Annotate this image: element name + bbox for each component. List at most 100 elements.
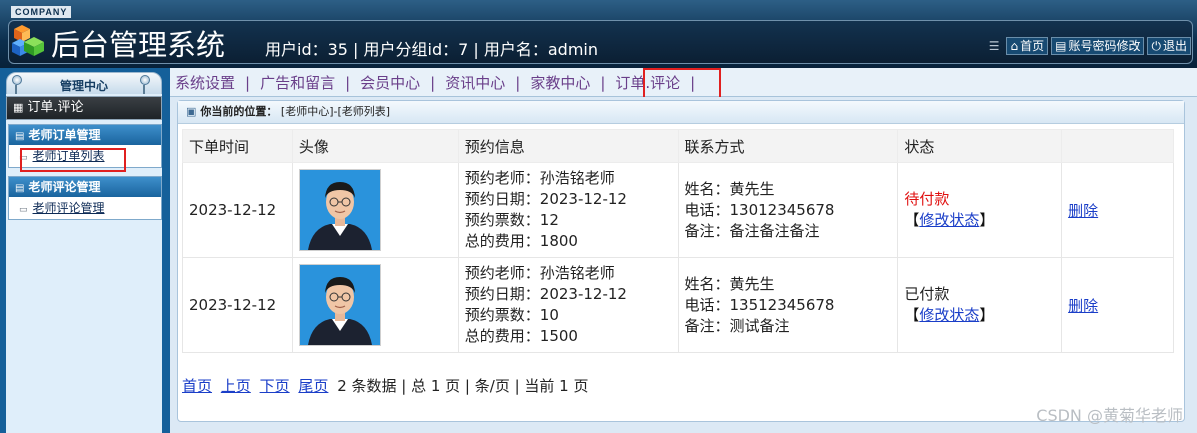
booking-info: 预约老师：孙浩铭老师 预约日期：2023-12-12 预约票数：12 总的费用：… [457, 162, 679, 258]
main-content: ▣ 你当前的位置： [老师中心]-[老师列表] 下单时间 头像 预约信息 联系方式… [170, 97, 1197, 433]
teacher-photo [298, 264, 381, 346]
tab-member-center[interactable]: 会员中心 [359, 72, 421, 93]
group-title: 老师订单管理 [28, 128, 101, 142]
modify-status-link[interactable]: 修改状态 [919, 306, 979, 324]
teacher-photo [298, 169, 381, 251]
tab-orders-comments[interactable]: 订单.评论 [614, 72, 681, 93]
sidebar-item-teacher-comment-manage: ▭ 老师评论管理 [9, 197, 161, 219]
sidebar-current-section[interactable]: ▦ 订单.评论 [6, 96, 162, 120]
delete-link[interactable]: 删除 [1068, 202, 1098, 220]
last-page-link[interactable]: 尾页 [298, 377, 328, 395]
col-booking-info: 预约信息 [457, 129, 679, 163]
sidebar-group-teacher-comments: ▤ 老师评论管理 ▭ 老师评论管理 [8, 176, 162, 220]
cubes-logo-icon [12, 25, 44, 56]
change-password-button[interactable]: ▤ 账号密码修改 [1051, 37, 1145, 55]
home-icon: ⌂ [1010, 39, 1019, 53]
grid-icon: ▦ [13, 101, 24, 114]
actions-cell: 删除 [1061, 162, 1174, 258]
col-actions [1061, 129, 1174, 163]
current-section-label: 订单.评论 [27, 100, 84, 115]
sidebar-item-teacher-order-list: ▭ 老师订单列表 [9, 145, 161, 167]
booking-info: 预约老师：孙浩铭老师 预约日期：2023-12-12 预约票数：10 总的费用：… [457, 257, 679, 353]
logout-button[interactable]: ⏻ 退出 [1147, 37, 1191, 55]
card-icon: ▤ [15, 131, 25, 142]
tab-separator: | [430, 73, 436, 92]
tab-news-center[interactable]: 资讯中心 [444, 72, 506, 93]
table-header-row: 下单时间 头像 预约信息 联系方式 状态 [182, 129, 1174, 163]
sidebar-group-teacher-orders: ▤ 老师订单管理 ▭ 老师订单列表 [8, 124, 162, 168]
sidebar-header: 管理中心 [6, 72, 162, 96]
booking-total: 总的费用：1800 [464, 232, 578, 250]
prev-page-link[interactable]: 上页 [221, 377, 251, 395]
booking-teacher: 预约老师：孙浩铭老师 [464, 264, 615, 282]
modify-status-link[interactable]: 修改状态 [919, 211, 979, 229]
avatar [299, 170, 380, 250]
tab-ads-messages[interactable]: 广告和留言 [259, 72, 336, 93]
order-time: 2023-12-12 [182, 257, 293, 353]
col-avatar: 头像 [291, 129, 459, 163]
delete-link[interactable]: 删除 [1068, 297, 1098, 315]
status-cell: 已付款 【修改状态】 [897, 257, 1063, 353]
contact-name: 姓名：黄先生 [684, 179, 775, 198]
tab-separator: | [245, 73, 251, 92]
table-row: 2023-12-12 预约老师：孙浩铭老师 预约日期：2023-12-12 预约… [182, 257, 1174, 353]
tab-separator: | [600, 73, 606, 92]
avatar-cell [291, 162, 459, 258]
breadcrumb: ▣ 你当前的位置： [老师中心]-[老师列表] [178, 101, 1184, 124]
table-row: 2023-12-12 预约老师：孙浩铭老师 预约日期：2023-12-12 预约… [182, 162, 1174, 258]
booking-date: 预约日期：2023-12-12 [464, 285, 627, 303]
status-cell: 待付款 【修改状态】 [897, 162, 1063, 258]
tab-separator: | [515, 73, 521, 92]
contact-phone: 电话：13012345678 [684, 200, 835, 219]
group-title: 老师评论管理 [28, 180, 101, 194]
home-label: 首页 [1020, 39, 1045, 53]
contact-note: 备注：备注备注备注 [684, 221, 820, 240]
actions-cell: 删除 [1061, 257, 1174, 353]
list-icon: ▤ [1055, 39, 1067, 53]
sidebar-menu: ▦ 订单.评论 ▤ 老师订单管理 ▭ 老师订单列表 ▤ 老师评论管理 ▭ 老师评论管理 [6, 94, 162, 433]
breadcrumb-label: 你当前的位置： [200, 105, 278, 118]
contact-name: 姓名：黄先生 [684, 274, 775, 293]
tab-system-settings[interactable]: 系统设置 [174, 72, 236, 93]
card-icon: ▤ [15, 183, 25, 194]
col-contact: 联系方式 [677, 129, 899, 163]
top-nav-tabs: 系统设置 | 广告和留言 | 会员中心 | 资讯中心 | 家教中心 | 订单.评… [174, 72, 704, 93]
system-title: 后台管理系统 [51, 28, 226, 62]
next-page-link[interactable]: 下页 [260, 377, 290, 395]
sidebar: 管理中心 ▦ 订单.评论 ▤ 老师订单管理 ▭ 老师订单列表 ▤ 老师评论管理 ▭ 老师评… [0, 68, 170, 433]
doc-icon: ▭ [19, 153, 28, 163]
avatar [299, 265, 380, 345]
avatar-cell [291, 257, 459, 353]
booking-date: 预约日期：2023-12-12 [464, 190, 627, 208]
breadcrumb-path: [老师中心]-[老师列表] [280, 105, 391, 118]
booking-total: 总的费用：1500 [464, 327, 578, 345]
sidebar-title: 管理中心 [59, 79, 108, 93]
teacher-comment-manage-link[interactable]: 老师评论管理 [33, 201, 105, 215]
window-icon: ▣ [186, 105, 197, 118]
watermark: CSDN @黄菊华老师 [1036, 406, 1183, 425]
booking-teacher: 预约老师：孙浩铭老师 [464, 169, 615, 187]
orders-table: 下单时间 头像 预约信息 联系方式 状态 2023-12-12 预约老师：孙浩铭… [182, 129, 1174, 353]
teacher-order-list-link[interactable]: 老师订单列表 [33, 149, 105, 163]
pin-icon [140, 75, 150, 95]
contact-note: 备注：测试备注 [684, 316, 790, 335]
home-button[interactable]: ⌂ 首页 [1006, 37, 1049, 55]
content-panel: ▣ 你当前的位置： [老师中心]-[老师列表] 下单时间 头像 预约信息 联系方式… [177, 100, 1185, 422]
power-icon: ⏻ [1151, 39, 1161, 53]
status-badge: 待付款 [904, 190, 950, 208]
order-time: 2023-12-12 [182, 162, 293, 258]
contact-info: 姓名：黄先生 电话：13012345678 备注：备注备注备注 [677, 162, 899, 258]
first-page-link[interactable]: 首页 [182, 377, 212, 395]
booking-tickets: 预约票数：10 [464, 306, 559, 324]
company-logo-text: COMPANY [11, 6, 72, 18]
contact-phone: 电话：13512345678 [684, 295, 835, 314]
sidebar-group-header[interactable]: ▤ 老师订单管理 [9, 125, 161, 145]
logout-label: 退出 [1162, 39, 1187, 53]
tab-tutor-center[interactable]: 家教中心 [529, 72, 591, 93]
user-info: 用户id：35 | 用户分组id：7 | 用户名：admin [265, 40, 599, 59]
booking-tickets: 预约票数：12 [464, 211, 559, 229]
sidebar-group-header[interactable]: ▤ 老师评论管理 [9, 177, 161, 197]
contact-info: 姓名：黄先生 电话：13512345678 备注：测试备注 [677, 257, 899, 353]
change-password-label: 账号密码修改 [1068, 39, 1141, 53]
doc-icon: ▭ [19, 205, 28, 215]
